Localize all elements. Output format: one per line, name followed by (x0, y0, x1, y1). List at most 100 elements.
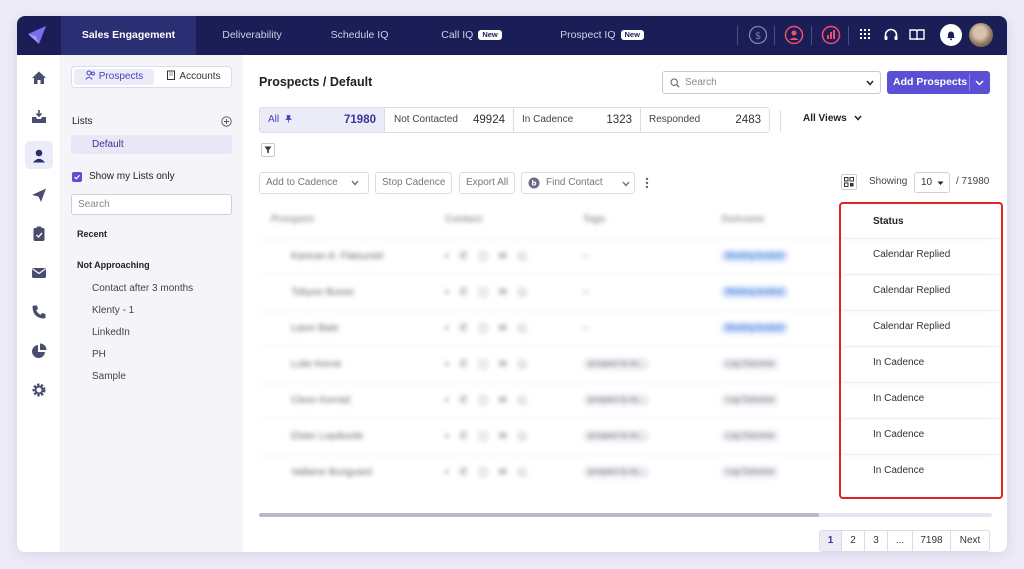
prospect-name[interactable]: Vallaine Bunguard (291, 467, 372, 478)
nav-sales-engagement[interactable]: Sales Engagement (61, 16, 196, 55)
user-icon[interactable] (29, 146, 49, 166)
headset-icon[interactable] (881, 25, 901, 45)
nav-schedule-iq[interactable]: Schedule IQ (317, 16, 402, 55)
export-all-button[interactable]: Export All (459, 172, 516, 194)
phone-icon[interactable] (29, 302, 49, 322)
mail-icon[interactable] (29, 263, 49, 283)
prospects-tab[interactable]: Prospects (74, 69, 154, 85)
dollar-icon[interactable]: $ (748, 25, 768, 45)
nav-divider (774, 26, 775, 45)
not-approaching-heading: Not Approaching (77, 260, 150, 270)
chevron-down-icon[interactable] (622, 181, 630, 187)
status-cell: Calendar Replied (873, 285, 951, 296)
scrollbar-thumb[interactable] (259, 513, 819, 517)
add-list-icon[interactable] (221, 116, 232, 127)
column-header-prospect[interactable]: Prospect (271, 214, 314, 225)
filter-button[interactable] (261, 143, 275, 157)
outcome-pill[interactable]: Meeting booked (721, 250, 788, 262)
row-divider (843, 418, 999, 419)
contact-icons[interactable]: ▪ ✆ ▢ ✉ ◻ (445, 251, 530, 262)
tag-pill[interactable]: prospect la int... (583, 430, 650, 442)
prospect-name[interactable]: Tobyon Busse (291, 287, 354, 298)
find-contact-button[interactable]: b Find Contact (521, 172, 635, 194)
prospect-name[interactable]: Kamran A. Flatsuniel (291, 251, 383, 262)
prospect-search-input[interactable]: Search (662, 71, 881, 94)
pie-chart-icon[interactable] (29, 341, 49, 361)
clipboard-icon[interactable] (29, 224, 49, 244)
more-options-icon[interactable] (645, 176, 649, 190)
nav-deliverability[interactable]: Deliverability (207, 16, 297, 55)
column-header-contact[interactable]: Contact (445, 214, 482, 225)
page-size-select[interactable]: 10 (914, 172, 950, 193)
all-views-dropdown[interactable]: All Views (803, 113, 862, 124)
filter-icon (264, 146, 272, 154)
column-settings-button[interactable] (841, 174, 857, 190)
outcome-pill[interactable]: Meeting booked (721, 322, 788, 334)
apps-grid-icon[interactable] (855, 25, 875, 45)
contact-icons[interactable]: ▪ ✆ ▢ ✉ ◻ (445, 323, 530, 334)
row-divider (843, 382, 999, 383)
outcome-pill[interactable]: Log Outcome (721, 358, 780, 370)
stop-cadence-button[interactable]: Stop Cadence (375, 172, 453, 194)
list-item[interactable]: Klenty - 1 (92, 305, 134, 316)
column-header-status[interactable]: Status (873, 216, 904, 227)
prospect-name[interactable]: Liann Bate (291, 323, 339, 334)
outcome-pill[interactable]: Meeting booked (721, 286, 788, 298)
inbox-icon[interactable] (29, 107, 49, 127)
horizontal-scrollbar[interactable] (259, 513, 992, 517)
page-3-button[interactable]: 3 (865, 531, 888, 551)
list-item-default[interactable]: Default (71, 135, 232, 154)
list-item[interactable]: LinkedIn (92, 327, 130, 338)
contact-icons[interactable]: ▪ ✆ ▢ ✉ ◻ (445, 395, 530, 406)
user-avatar[interactable] (969, 23, 993, 47)
list-item[interactable]: Contact after 3 months (92, 283, 193, 294)
page-2-button[interactable]: 2 (842, 531, 865, 551)
prospect-name[interactable]: Lulie Kerne (291, 359, 342, 370)
tag-pill[interactable]: prospect la int... (583, 466, 650, 478)
list-item[interactable]: PH (92, 349, 106, 360)
column-header-outcome[interactable]: Outcome (721, 214, 764, 225)
show-my-lists-checkbox[interactable] (72, 172, 82, 182)
notifications-button[interactable] (940, 24, 962, 46)
list-item[interactable]: Sample (92, 371, 126, 382)
lists-search-input[interactable]: Search (71, 194, 232, 215)
tag-pill[interactable]: prospect la int... (583, 358, 650, 370)
contact-icons[interactable]: ▪ ✆ ▢ ✉ ◻ (445, 359, 530, 370)
user-circle-icon[interactable] (784, 25, 804, 45)
add-prospects-button[interactable]: Add Prospects (887, 71, 990, 94)
page-1-button[interactable]: 1 (820, 531, 842, 551)
chevron-down-icon[interactable] (975, 80, 984, 86)
status-cell: In Cadence (873, 393, 925, 404)
nav-call-iq[interactable]: Call IQ New (429, 16, 514, 55)
tab-responded[interactable]: Responded 2483 (641, 108, 769, 132)
tag-pill[interactable]: prospect la int... (583, 394, 650, 406)
outcome-pill[interactable]: Log Outcome (721, 394, 780, 406)
grid-icon (844, 177, 854, 187)
add-to-cadence-dropdown[interactable] (344, 172, 366, 194)
home-icon[interactable] (29, 68, 49, 88)
outcome-pill[interactable]: Log Outcome (721, 430, 780, 442)
next-page-button[interactable]: Next (951, 531, 989, 551)
tab-not-contacted[interactable]: Not Contacted 49924 (386, 108, 514, 132)
outcome-pill[interactable]: Log Outcome (721, 466, 780, 478)
tab-all[interactable]: All 71980 (260, 108, 385, 132)
pagination: 1 2 3 ... 7198 Next (819, 530, 990, 552)
row-divider (843, 310, 999, 311)
accounts-tab[interactable]: Accounts (156, 69, 231, 85)
contact-icons[interactable]: ▪ ✆ ▢ ✉ ◻ (445, 287, 530, 298)
logo-icon[interactable] (25, 23, 49, 47)
contact-icons[interactable]: ▪ ✆ ▢ ✉ ◻ (445, 431, 530, 442)
prospect-name[interactable]: Elsler Lopdiurde (291, 431, 363, 442)
gear-icon[interactable] (29, 380, 49, 400)
page-last-button[interactable]: 7198 (913, 531, 951, 551)
chart-icon[interactable] (821, 25, 841, 45)
column-header-tags[interactable]: Tags (583, 214, 606, 225)
send-icon[interactable] (29, 185, 49, 205)
book-icon[interactable] (907, 25, 927, 45)
contact-icons[interactable]: ▪ ✆ ▢ ✉ ◻ (445, 467, 530, 478)
row-divider (843, 274, 999, 275)
tab-in-cadence[interactable]: In Cadence 1323 (514, 108, 641, 132)
prospect-name[interactable]: Cleon Kerrad (291, 395, 350, 406)
chevron-down-icon (853, 115, 862, 121)
nav-prospect-iq[interactable]: Prospect IQ New (547, 16, 657, 55)
